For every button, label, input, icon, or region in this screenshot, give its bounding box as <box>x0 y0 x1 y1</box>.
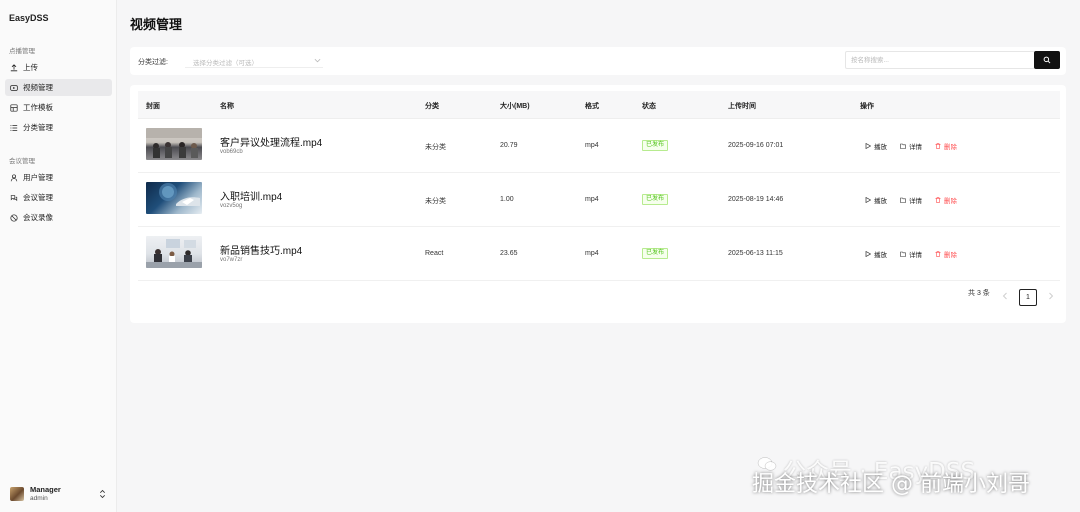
sidebar: EasyDSS 点播管理 上传 视频管理 工作模板 分类管理 会议管理 用户管理… <box>0 0 117 512</box>
column-header-status: 状态 <box>642 103 656 110</box>
video-thumbnail[interactable] <box>146 236 202 268</box>
sidebar-item-video-management[interactable]: 视频管理 <box>5 79 112 96</box>
pagination-page-current[interactable]: 1 <box>1019 289 1037 306</box>
search-input[interactable] <box>845 51 1035 69</box>
user-menu[interactable]: Manager admin <box>10 484 110 504</box>
chevron-left-icon[interactable] <box>1002 292 1008 300</box>
filter-label: 分类过滤: <box>138 59 168 66</box>
page-title: 视频管理 <box>130 17 183 32</box>
watermark-credit: 掘金技术社区 @ 前端小刘哥 <box>752 472 1030 497</box>
sidebar-item-upload[interactable]: 上传 <box>5 59 112 76</box>
video-id: vo7w7zr <box>220 257 243 263</box>
video-size: 1.00 <box>500 196 514 203</box>
trash-icon <box>935 251 941 257</box>
video-format: mp4 <box>585 250 599 257</box>
sidebar-item-label: 会议录像 <box>23 213 53 222</box>
detail-button[interactable]: 详情 <box>900 249 922 259</box>
column-header-cover: 封面 <box>146 103 160 110</box>
video-thumbnail[interactable] <box>146 128 202 160</box>
sidebar-group-vod: 点播管理 <box>9 48 35 55</box>
category-filter-placeholder: 选择分类过滤（可选） <box>193 60 258 67</box>
column-header-size: 大小(MB) <box>500 103 530 110</box>
folder-icon <box>900 251 906 257</box>
upload-time: 2025-08-19 14:46 <box>728 196 784 203</box>
video-id: vob69cb <box>220 149 243 155</box>
play-button[interactable]: 播放 <box>865 141 887 151</box>
delete-button[interactable]: 删除 <box>935 195 957 205</box>
video-name: 入职培训.mp4 <box>220 192 283 203</box>
play-icon <box>865 251 871 257</box>
chevron-up-down-icon[interactable] <box>99 488 106 500</box>
search-button[interactable] <box>1034 51 1060 69</box>
video-table: 封面 名称 分类 大小(MB) 格式 状态 上传时间 操作 客户异议处理流程.m… <box>130 85 1066 323</box>
delete-button[interactable]: 删除 <box>935 249 957 259</box>
folder-icon <box>900 197 906 203</box>
trash-icon <box>935 197 941 203</box>
upload-time: 2025-09-16 07:01 <box>728 142 784 149</box>
play-icon <box>865 143 871 149</box>
upload-time: 2025-06-13 11:15 <box>728 250 783 257</box>
avatar <box>10 487 24 501</box>
video-size: 23.65 <box>500 250 518 257</box>
sidebar-item-meeting-recording[interactable]: 会议录像 <box>5 209 112 226</box>
filter-bar: 分类过滤: 选择分类过滤（可选） <box>130 47 1066 75</box>
column-header-category: 分类 <box>425 103 439 110</box>
table-row: 新品销售技巧.mp4 vo7w7zr React 23.65 mp4 已发布 2… <box>138 228 1060 281</box>
category-filter-select[interactable]: 选择分类过滤（可选） <box>185 52 323 68</box>
video-size: 20.79 <box>500 142 518 149</box>
video-category: 未分类 <box>425 144 446 151</box>
video-name: 客户异议处理流程.mp4 <box>220 138 323 149</box>
user-name: Manager <box>30 485 61 495</box>
chevron-down-icon <box>314 58 321 63</box>
sidebar-item-meeting-management[interactable]: 会议管理 <box>5 189 112 206</box>
search-icon <box>1043 56 1051 64</box>
template-icon <box>9 103 18 112</box>
video-category: 未分类 <box>425 198 446 205</box>
sidebar-item-label: 会议管理 <box>23 193 53 202</box>
sidebar-item-category-management[interactable]: 分类管理 <box>5 119 112 136</box>
pagination-total: 共 3 条 <box>968 290 990 297</box>
sidebar-item-label: 视频管理 <box>23 83 53 92</box>
sidebar-item-label: 用户管理 <box>23 173 53 182</box>
trash-icon <box>935 143 941 149</box>
column-header-format: 格式 <box>585 103 599 110</box>
video-thumbnail[interactable] <box>146 182 202 214</box>
meeting-icon <box>9 193 18 202</box>
column-header-actions: 操作 <box>860 103 874 110</box>
status-badge: 已发布 <box>642 140 669 151</box>
upload-icon <box>9 63 18 72</box>
sidebar-item-label: 分类管理 <box>23 123 53 132</box>
status-badge: 已发布 <box>642 194 669 205</box>
sidebar-item-user-management[interactable]: 用户管理 <box>5 169 112 186</box>
brand-logo-text: EasyDSS <box>9 13 49 23</box>
status-badge: 已发布 <box>642 248 669 259</box>
video-name: 新品销售技巧.mp4 <box>220 246 303 257</box>
sidebar-item-label: 上传 <box>23 63 38 72</box>
video-category: React <box>425 250 444 257</box>
folder-icon <box>900 143 906 149</box>
play-button[interactable]: 播放 <box>865 195 887 205</box>
play-icon <box>865 197 871 203</box>
sidebar-item-work-template[interactable]: 工作模板 <box>5 99 112 116</box>
table-row: 入职培训.mp4 vozv5og 未分类 1.00 mp4 已发布 2025-0… <box>138 174 1060 227</box>
video-format: mp4 <box>585 196 599 203</box>
chevron-right-icon[interactable] <box>1048 292 1054 300</box>
video-format: mp4 <box>585 142 599 149</box>
delete-button[interactable]: 删除 <box>935 141 957 151</box>
play-button[interactable]: 播放 <box>865 249 887 259</box>
column-header-name: 名称 <box>220 103 234 110</box>
column-header-upload-time: 上传时间 <box>728 103 756 110</box>
user-icon <box>9 173 18 182</box>
video-icon <box>9 83 18 92</box>
sidebar-group-meeting: 会议管理 <box>9 158 35 165</box>
user-role: admin <box>30 494 48 502</box>
detail-button[interactable]: 详情 <box>900 141 922 151</box>
detail-button[interactable]: 详情 <box>900 195 922 205</box>
sidebar-item-label: 工作模板 <box>23 103 53 112</box>
table-row: 客户异议处理流程.mp4 vob69cb 未分类 20.79 mp4 已发布 2… <box>138 120 1060 173</box>
video-id: vozv5og <box>220 203 243 209</box>
list-icon <box>9 123 18 132</box>
table-header: 封面 名称 分类 大小(MB) 格式 状态 上传时间 操作 <box>138 91 1060 119</box>
record-icon <box>9 213 18 222</box>
